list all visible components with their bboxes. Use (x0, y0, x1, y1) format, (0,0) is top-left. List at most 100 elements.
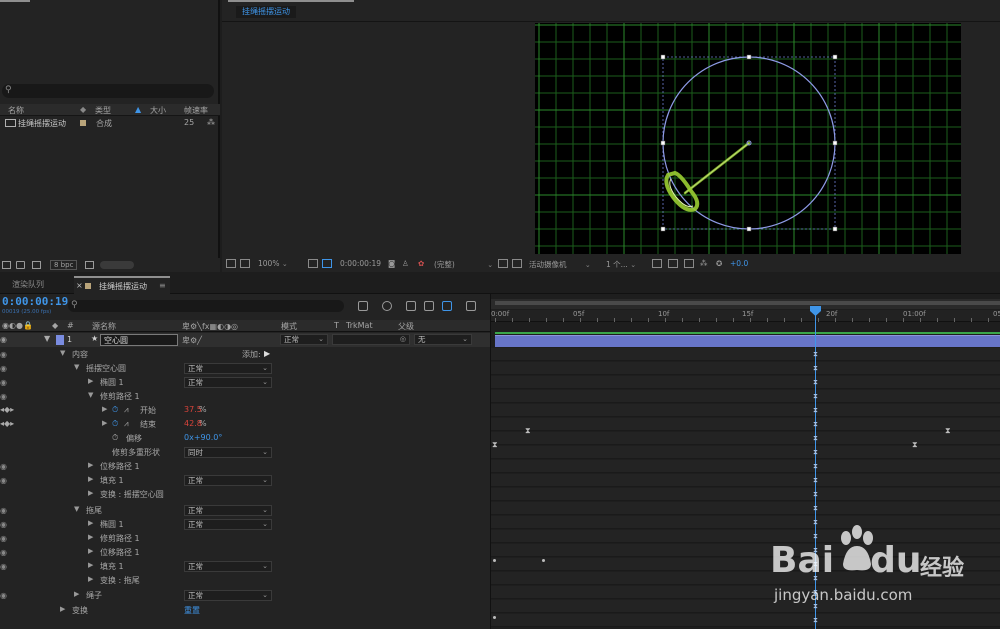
visibility-eye-icon[interactable]: ◉ (0, 548, 7, 557)
project-item-row[interactable]: 挂绳摇摆运动 合成 25 ⁂ (0, 117, 220, 129)
col-source-name[interactable]: 源名称 (92, 321, 116, 332)
prop-row[interactable]: ◉ ▶ 位移路径 1 (0, 546, 490, 560)
contents-group-row[interactable]: ◉ ▼ 内容 添加: ▶ (0, 348, 490, 362)
prop-row[interactable]: ◉ ▼ 拖尾 正常 ⌄ (0, 504, 490, 518)
expand-icon[interactable]: ▼ (88, 391, 93, 399)
col-layer-number[interactable]: # (67, 321, 74, 330)
visibility-eye-icon[interactable]: ◉ (0, 378, 7, 387)
prop-row[interactable]: ▶ 变换 : 摇摆空心圆 (0, 488, 490, 502)
work-area-range[interactable] (495, 301, 1000, 305)
parent-dropdown[interactable]: 无 ⌄ (414, 334, 472, 345)
offset-value[interactable]: 0x+90.0° (184, 433, 222, 442)
visibility-eye-icon[interactable]: ◉ (0, 335, 7, 344)
collapse-icon[interactable]: ▶ (88, 461, 93, 469)
tab-comp[interactable]: × 挂绳摇摆运动 ≡ (74, 276, 170, 294)
prop-row[interactable]: ◉ ▼ 摇摆空心圆 正常 ⌄ (0, 362, 490, 376)
layer-duration-bar[interactable] (495, 335, 1000, 347)
prop-row[interactable]: ◉ ▶ 椭圆 1 正常 ⌄ (0, 376, 490, 390)
layer-row[interactable]: ◉ ▼ 1 ★ 空心圆 卑⚙╱ 正常 ⌄ ◎ 无 ⌄ (0, 333, 490, 347)
col-fps[interactable]: 帧速率 (184, 105, 208, 116)
keyframe-dot[interactable] (542, 559, 545, 562)
timeline-icon[interactable] (684, 259, 694, 268)
layer-name-input[interactable]: 空心圆 (100, 334, 178, 346)
blend-mode-dropdown[interactable]: 正常 ⌄ (184, 475, 272, 486)
visibility-eye-icon[interactable]: ◉ (0, 350, 7, 359)
col-trkmat[interactable]: TrkMat (346, 321, 373, 330)
visibility-eye-icon[interactable]: ◉ (0, 520, 7, 529)
prop-row[interactable]: ▶ 变换 重置 (0, 604, 490, 618)
prop-row[interactable]: 修剪多重形状 同时 ⌄ (0, 446, 490, 460)
trim-multiple-dropdown[interactable]: 同时 ⌄ (184, 447, 272, 458)
collapse-icon[interactable]: ▶ (60, 605, 65, 613)
views-dropdown[interactable]: 1 个... ⌄ (606, 259, 636, 270)
visibility-eye-icon[interactable]: ◉ (0, 476, 7, 485)
show-snapshot-icon[interactable]: ♙ (402, 259, 409, 268)
fast-preview-icon[interactable] (668, 259, 678, 268)
blend-mode-dropdown[interactable]: 正常 ⌄ (184, 377, 272, 388)
prop-row-start[interactable]: ◂◆▸ ▶ ⏱ ⩘ 开始 37.5 % (0, 404, 490, 418)
keyframe-marker[interactable]: ⧗ (945, 426, 951, 436)
graph-icon[interactable]: ⩘ (124, 419, 129, 429)
visibility-eye-icon[interactable]: ◉ (0, 462, 7, 471)
visibility-eye-icon[interactable]: ◉ (0, 506, 7, 515)
collapse-icon[interactable]: ▶ (88, 547, 93, 555)
label-color-swatch[interactable] (80, 120, 86, 126)
add-button-label[interactable]: 添加: (242, 349, 261, 360)
visibility-eye-icon[interactable]: ◉ (0, 562, 7, 571)
prop-row[interactable]: ◉ ▶ 椭圆 1 正常 ⌄ (0, 518, 490, 532)
visibility-eye-icon[interactable]: ◉ (0, 534, 7, 543)
prop-row[interactable]: ◉ ▶ 填充 1 正常 ⌄ (0, 474, 490, 488)
expand-icon[interactable]: ▼ (60, 349, 65, 357)
stopwatch-icon[interactable]: ⏱ (112, 405, 118, 415)
collapse-icon[interactable]: ▶ (88, 377, 93, 385)
collapse-icon[interactable]: ▶ (102, 405, 107, 413)
graph-icon[interactable]: ⩘ (124, 405, 129, 415)
visibility-eye-icon[interactable]: ◉ (0, 392, 7, 401)
keyframe-marker[interactable]: ⧗ (492, 440, 498, 450)
time-ruler[interactable]: 0:00f 05f 10f 15f 20f 01:00f 05 (491, 310, 1000, 322)
current-time-indicator-head[interactable] (810, 306, 821, 316)
col-mode[interactable]: 模式 (281, 321, 297, 332)
prop-row-offset[interactable]: ⏱ 偏移 0x+90.0° (0, 432, 490, 446)
layer-mode-dropdown[interactable]: 正常 ⌄ (280, 334, 328, 345)
transparency-grid-icon[interactable] (512, 259, 522, 268)
panel-menu-icon[interactable]: ≡ (159, 281, 166, 290)
monitor-icon[interactable] (240, 259, 250, 268)
prop-row[interactable]: ◉ ▶ 填充 1 正常 ⌄ (0, 560, 490, 574)
layer-switches-icons[interactable]: 卑⚙╱ (182, 335, 202, 346)
grid-guide-icon[interactable] (308, 259, 318, 268)
expand-icon[interactable]: ▼ (74, 505, 79, 513)
camera-dropdown[interactable]: 活动摄像机 ⌄ (529, 259, 591, 270)
col-t[interactable]: T (334, 321, 339, 330)
reset-link[interactable]: 重置 (184, 605, 200, 616)
flowchart-icon[interactable]: ⁂ (207, 118, 215, 127)
prop-row[interactable]: ◉ ▶ 修剪路径 1 (0, 532, 490, 546)
exposure-icon[interactable]: ✪ (716, 259, 722, 268)
prop-row-end[interactable]: ◂◆▸ ▶ ⏱ ⩘ 结束 42.8 % (0, 418, 490, 432)
prop-row[interactable]: ◉ ▶ 绳子 正常 ⌄ (0, 589, 490, 603)
collapse-icon[interactable]: ▶ (102, 419, 107, 427)
project-search-input[interactable]: ⚲ (2, 84, 214, 98)
blend-mode-dropdown[interactable]: 正常 ⌄ (184, 561, 272, 572)
blend-mode-dropdown[interactable]: 正常 ⌄ (184, 505, 272, 516)
keyframe-dot[interactable] (493, 559, 496, 562)
region-of-interest-icon[interactable] (498, 259, 508, 268)
bit-depth-button[interactable]: 8 bpc (50, 260, 78, 270)
collapse-icon[interactable]: ▶ (88, 533, 93, 541)
keyframe-marker[interactable]: ⧗ (525, 426, 531, 436)
tab-render-queue[interactable]: 渲染队列 (12, 279, 44, 290)
composition-canvas[interactable] (535, 23, 961, 254)
comp-breadcrumb[interactable]: 挂绳摇摆运动 (236, 6, 296, 18)
collapse-icon[interactable]: ▶ (88, 519, 93, 527)
viewer-timecode[interactable]: 0:00:00:19 (340, 259, 381, 268)
col-parent[interactable]: 父级 (398, 321, 414, 332)
flowchart-icon[interactable]: ⁂ (700, 259, 708, 268)
collapse-icon[interactable]: ▶ (88, 561, 93, 569)
collapse-icon[interactable]: ▶ (88, 489, 93, 497)
graph-editor-icon[interactable] (442, 301, 452, 311)
always-preview-icon[interactable] (226, 259, 236, 268)
color-channels-icon[interactable]: ✿ (418, 259, 424, 268)
col-name[interactable]: 名称 (8, 105, 24, 116)
prop-row[interactable]: ▶ 变换 : 拖尾 (0, 574, 490, 588)
blend-mode-dropdown[interactable]: 正常 ⌄ (184, 519, 272, 530)
